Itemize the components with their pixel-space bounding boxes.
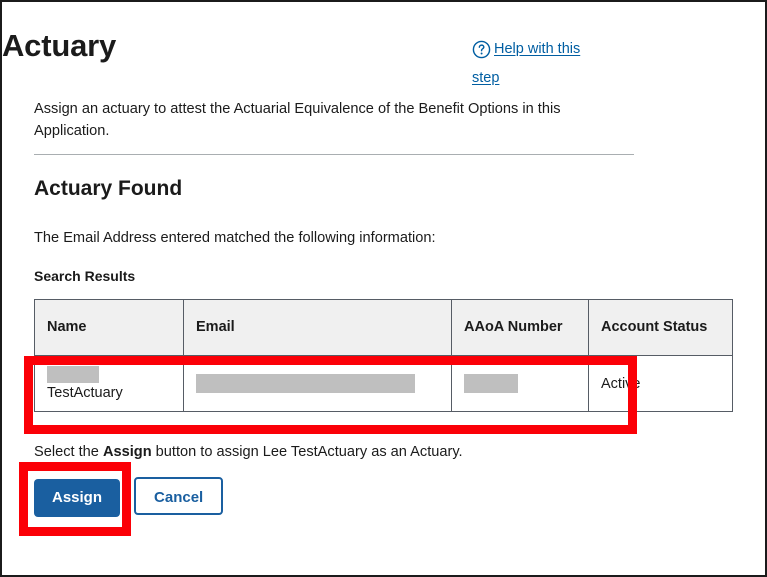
table-header-row: Name Email AAoA Number Account Status bbox=[35, 300, 733, 356]
cell-aaoa-number bbox=[452, 356, 589, 412]
column-header-account-status: Account Status bbox=[589, 300, 733, 356]
table-row[interactable]: TestActuary Active bbox=[35, 356, 733, 412]
cell-name: TestActuary bbox=[35, 356, 184, 412]
page-title: Actuary bbox=[2, 30, 116, 61]
cancel-button[interactable]: Cancel bbox=[134, 477, 223, 515]
help-with-step-link[interactable]: Help with this step bbox=[472, 38, 607, 90]
actuary-last-name: TestActuary bbox=[47, 385, 171, 402]
column-header-email: Email bbox=[184, 300, 452, 356]
assign-instruction-bold: Assign bbox=[103, 444, 152, 460]
question-circle-icon bbox=[472, 40, 491, 67]
screenshot-frame: Actuary Help with this step Assign an ac… bbox=[0, 0, 767, 577]
assign-instruction-prefix: Select the bbox=[34, 444, 103, 460]
assign-button[interactable]: Assign bbox=[34, 479, 120, 517]
redacted-aaoa-number bbox=[464, 374, 518, 393]
cell-email bbox=[184, 356, 452, 412]
assign-instruction-suffix: button to assign Lee TestActuary as an A… bbox=[152, 444, 463, 460]
section-heading: Actuary Found bbox=[34, 176, 182, 201]
column-header-name: Name bbox=[35, 300, 184, 356]
column-header-aaoa-number: AAoA Number bbox=[452, 300, 589, 356]
assign-instruction: Select the Assign button to assign Lee T… bbox=[34, 442, 463, 462]
redacted-first-name bbox=[47, 366, 99, 383]
button-row: Assign Cancel bbox=[34, 477, 223, 517]
matched-info-text: The Email Address entered matched the fo… bbox=[34, 227, 436, 249]
search-results-table: Name Email AAoA Number Account Status Te… bbox=[34, 299, 733, 412]
page-header: Actuary Help with this step bbox=[2, 2, 765, 88]
redacted-email bbox=[196, 374, 415, 393]
search-results-label: Search Results bbox=[34, 268, 135, 284]
section-divider bbox=[34, 154, 634, 155]
intro-paragraph: Assign an actuary to attest the Actuaria… bbox=[34, 98, 564, 142]
cell-account-status: Active bbox=[589, 356, 733, 412]
